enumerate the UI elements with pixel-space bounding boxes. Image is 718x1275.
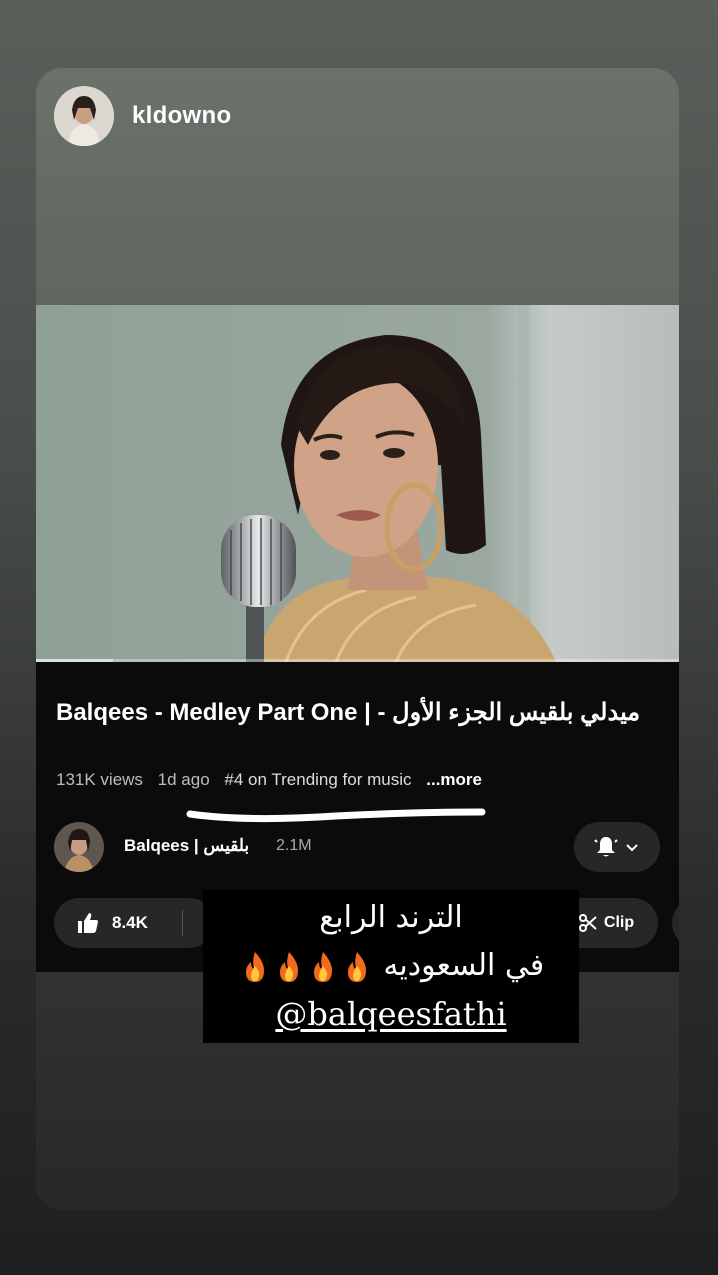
underline-scribble [186, 808, 486, 823]
story-avatar[interactable] [54, 86, 114, 146]
text-sticker[interactable]: الترند الرابع في السعوديه @balqeesfathi [203, 890, 579, 1043]
trending-rank[interactable]: #4 on Trending for music [224, 770, 411, 789]
video-thumbnail [36, 305, 679, 662]
more-link[interactable]: ...more [426, 770, 482, 789]
sticker-line-1: الترند الرابع [319, 900, 463, 935]
notification-button[interactable] [574, 822, 660, 872]
fire-icon [279, 951, 298, 982]
thumbs-up-icon [78, 913, 98, 933]
sticker-line-2: في السعوديه [203, 942, 579, 990]
sticker-line-2-text: في السعوديه [383, 948, 545, 983]
fire-icon [313, 951, 332, 982]
fire-emojis [238, 948, 374, 983]
video-title[interactable]: Balqees - Medley Part One | - ميدلي بلقي… [56, 696, 656, 730]
view-count: 131K views [56, 770, 143, 789]
fire-icon [245, 951, 264, 982]
like-count: 8.4K [112, 913, 148, 932]
scissors-icon [578, 914, 597, 932]
story-header[interactable]: kldowno [54, 86, 231, 146]
clip-label: Clip [603, 914, 635, 931]
chevron-down-icon [626, 844, 638, 852]
like-divider [182, 910, 183, 936]
fire-icon [347, 951, 366, 982]
channel-name[interactable]: Balqees | بلقيس [124, 836, 249, 856]
upload-age: 1d ago [157, 770, 210, 789]
story-username[interactable]: kldowno [132, 102, 231, 130]
video-player[interactable] [36, 305, 679, 662]
bell-icon [594, 837, 618, 857]
mention-tag[interactable]: @balqeesfathi [203, 990, 579, 1038]
like-button[interactable]: 8.4K [54, 898, 214, 948]
video-meta[interactable]: 131K views 1d ago #4 on Trending for mus… [56, 770, 492, 790]
subscriber-count: 2.1M [276, 837, 312, 854]
more-actions-button[interactable] [672, 898, 679, 948]
channel-avatar[interactable] [54, 822, 104, 872]
channel-row: Balqees | بلقيس 2.1M [54, 822, 660, 872]
